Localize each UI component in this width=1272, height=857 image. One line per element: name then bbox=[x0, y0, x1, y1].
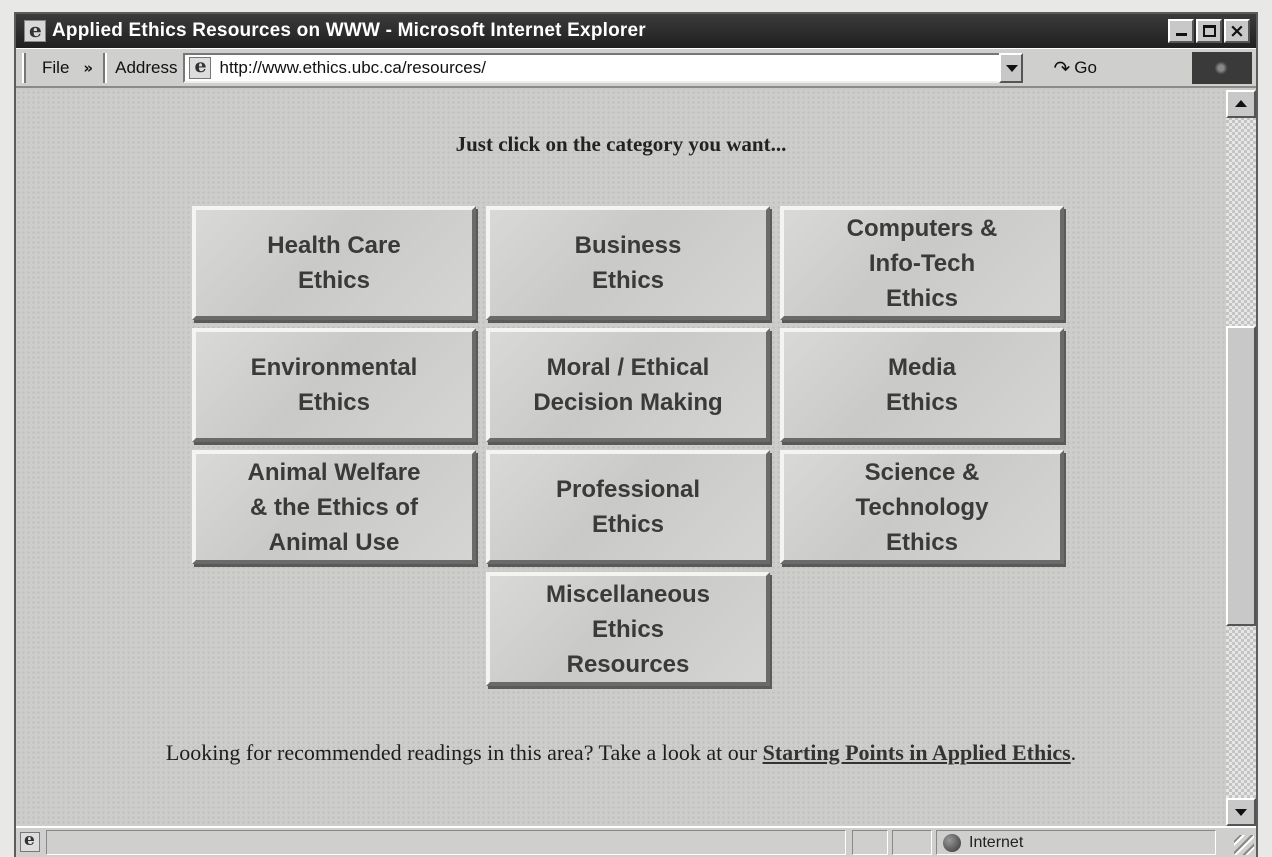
starting-points-link[interactable]: Starting Points in Applied Ethics bbox=[763, 740, 1071, 765]
title-bar[interactable]: Applied Ethics Resources on WWW - Micros… bbox=[16, 14, 1256, 48]
address-label: Address bbox=[115, 57, 178, 77]
go-arrow-icon: ↷ bbox=[1053, 55, 1071, 80]
address-input[interactable]: http://www.ethics.ubc.ca/resources/ bbox=[219, 58, 485, 78]
scroll-up-button[interactable] bbox=[1226, 90, 1256, 118]
category-environmental[interactable]: Environmental Ethics bbox=[192, 328, 476, 442]
category-computers-info-tech[interactable]: Computers & Info-Tech Ethics bbox=[780, 206, 1064, 320]
go-label: Go bbox=[1074, 57, 1097, 77]
vertical-scrollbar[interactable] bbox=[1226, 90, 1256, 826]
category-professional[interactable]: Professional Ethics bbox=[486, 450, 770, 564]
category-animal-welfare[interactable]: Animal Welfare & the Ethics of Animal Us… bbox=[192, 450, 476, 564]
category-business[interactable]: Business Ethics bbox=[486, 206, 770, 320]
category-health-care[interactable]: Health Care Ethics bbox=[192, 206, 476, 320]
status-bar: Internet bbox=[16, 826, 1256, 857]
category-media[interactable]: Media Ethics bbox=[780, 328, 1064, 442]
category-moral-decision-making[interactable]: Moral / Ethical Decision Making bbox=[486, 328, 770, 442]
zone-label: Internet bbox=[969, 833, 1024, 851]
category-science-technology[interactable]: Science & Technology Ethics bbox=[780, 450, 1064, 564]
toolbar-grip[interactable] bbox=[22, 52, 26, 83]
maximize-button[interactable] bbox=[1196, 19, 1222, 43]
scroll-down-button[interactable] bbox=[1226, 798, 1256, 826]
close-button[interactable]: × bbox=[1224, 19, 1250, 43]
category-miscellaneous[interactable]: Miscellaneous Ethics Resources bbox=[486, 572, 770, 686]
address-bar[interactable]: http://www.ethics.ubc.ca/resources/ bbox=[183, 52, 1024, 83]
window-title: Applied Ethics Resources on WWW - Micros… bbox=[52, 20, 646, 41]
ie-throbber-logo bbox=[1192, 52, 1252, 84]
globe-icon bbox=[943, 833, 961, 852]
browser-window: Applied Ethics Resources on WWW - Micros… bbox=[14, 12, 1258, 857]
go-button[interactable]: ↷ Go bbox=[1053, 56, 1096, 80]
toolbar: File » Address http://www.ethics.ubc.ca/… bbox=[16, 48, 1256, 88]
page-headline: Just click on the category you want... bbox=[455, 132, 787, 156]
menu-chevron[interactable]: » bbox=[83, 59, 93, 77]
close-icon: × bbox=[1229, 20, 1245, 42]
scroll-thumb[interactable] bbox=[1226, 326, 1256, 626]
minimize-button[interactable] bbox=[1168, 19, 1194, 43]
resize-grip[interactable] bbox=[1234, 835, 1254, 855]
status-page-icon bbox=[20, 830, 40, 852]
ie-icon bbox=[24, 18, 46, 42]
menu-file[interactable]: File bbox=[42, 58, 69, 78]
status-text-pane bbox=[46, 830, 846, 855]
security-zone: Internet bbox=[936, 830, 1216, 855]
address-dropdown-button[interactable] bbox=[999, 52, 1024, 83]
toolbar-separator bbox=[103, 52, 108, 83]
minimize-icon bbox=[1176, 33, 1187, 36]
footer-text: Looking for recommended readings in this… bbox=[165, 740, 763, 765]
page-content: Just click on the category you want... H… bbox=[16, 90, 1226, 826]
page-icon bbox=[189, 55, 212, 79]
status-pane-progress bbox=[852, 830, 888, 855]
footer-paragraph: Looking for recommended readings in this… bbox=[16, 734, 1226, 772]
maximize-icon bbox=[1203, 25, 1216, 37]
status-pane-security bbox=[892, 830, 932, 855]
window-controls: × bbox=[1168, 19, 1250, 43]
footer-period: . bbox=[1070, 740, 1077, 765]
